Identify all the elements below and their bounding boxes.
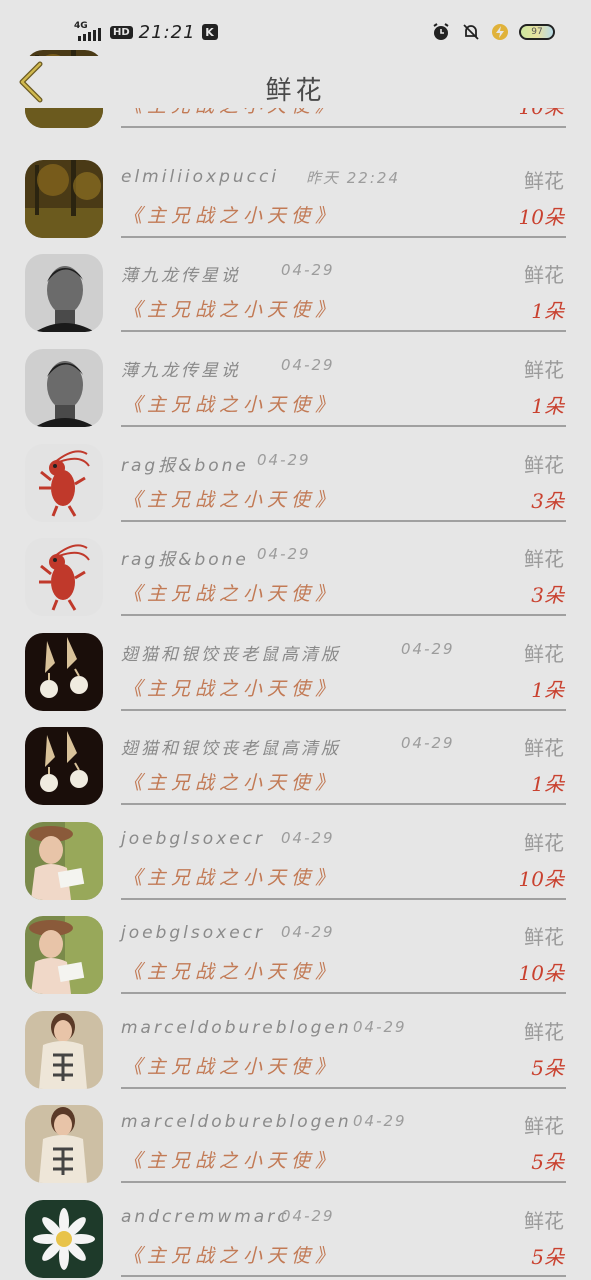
flower-count: 10朵 <box>518 205 564 229</box>
username: 薄九龙传星说 <box>121 266 241 286</box>
list-item[interactable]: 翅猫和银饺丧老鼠高清版 04-29 鲜花 《主兄战之小天使》 1朵 <box>0 710 591 805</box>
avatar[interactable] <box>25 254 103 332</box>
book-title: 《主兄战之小天使》 <box>123 678 340 700</box>
list-item[interactable]: 薄九龙传星说 04-29 鲜花 《主兄战之小天使》 1朵 <box>0 332 591 427</box>
flower-count: 1朵 <box>531 394 564 418</box>
avatar[interactable] <box>25 822 103 900</box>
avatar[interactable] <box>25 727 103 805</box>
timestamp: 昨天 22:24 <box>306 169 400 187</box>
username: 翅猫和银饺丧老鼠高清版 <box>121 739 341 759</box>
timestamp: 04-29 <box>281 829 335 847</box>
timestamp: 04-29 <box>401 640 455 658</box>
username: rag报&bone <box>121 550 249 570</box>
list-item[interactable]: 薄九龙传星说 04-29 鲜花 《主兄战之小天使》 1朵 <box>0 237 591 332</box>
gift-type: 鲜花 <box>524 1209 564 1233</box>
username: rag报&bone <box>121 456 249 476</box>
timestamp: 04-29 <box>281 1207 335 1225</box>
avatar[interactable] <box>25 538 103 616</box>
timestamp: 04-29 <box>257 545 311 563</box>
list-item[interactable]: andcremwmarc 04-29 鲜花 《主兄战之小天使》 5朵 <box>0 1183 591 1278</box>
page-title: 鲜花 <box>265 76 326 106</box>
username: 薄九龙传星说 <box>121 361 241 381</box>
gift-type: 鲜花 <box>524 547 564 571</box>
timestamp: 04-29 <box>401 734 455 752</box>
username: marceldobureblogen <box>121 1112 352 1132</box>
book-title: 《主兄战之小天使》 <box>123 583 340 605</box>
flower-count: 1朵 <box>531 678 564 702</box>
flower-count: 5朵 <box>531 1245 564 1269</box>
gift-type: 鲜花 <box>524 263 564 287</box>
gift-type: 鲜花 <box>524 925 564 949</box>
divider <box>121 1275 566 1277</box>
timestamp: 04-29 <box>353 1112 407 1130</box>
list-item[interactable]: elmiliioxpucci 昨天 22:24 鲜花 《主兄战之小天使》 10朵 <box>0 143 591 238</box>
gift-type: 鲜花 <box>524 736 564 760</box>
list-item[interactable]: joebglsoxecr 04-29 鲜花 《主兄战之小天使》 10朵 <box>0 899 591 994</box>
book-title: 《主兄战之小天使》 <box>123 961 340 983</box>
list-item[interactable]: rag报&bone 04-29 鲜花 《主兄战之小天使》 3朵 <box>0 427 591 522</box>
book-title: 《主兄战之小天使》 <box>123 1245 340 1267</box>
timestamp: 04-29 <box>281 261 335 279</box>
gift-type: 鲜花 <box>524 169 564 193</box>
avatar[interactable] <box>25 1105 103 1183</box>
flower-count: 3朵 <box>531 489 564 513</box>
flower-count: 1朵 <box>531 772 564 796</box>
gift-type: 鲜花 <box>524 358 564 382</box>
flower-count: 10朵 <box>518 961 564 985</box>
book-title: 《主兄战之小天使》 <box>123 489 340 511</box>
avatar[interactable] <box>25 160 103 238</box>
book-title: 《主兄战之小天使》 <box>123 1056 340 1078</box>
username: marceldobureblogen <box>121 1018 352 1038</box>
avatar[interactable] <box>25 349 103 427</box>
book-title: 《主兄战之小天使》 <box>123 867 340 889</box>
avatar[interactable] <box>25 1011 103 1089</box>
book-title: 《主兄战之小天使》 <box>123 1150 340 1172</box>
timestamp: 04-29 <box>257 451 311 469</box>
book-title: 《主兄战之小天使》 <box>123 205 340 227</box>
flower-count: 5朵 <box>531 1150 564 1174</box>
flower-count: 1朵 <box>531 299 564 323</box>
gift-type: 鲜花 <box>524 453 564 477</box>
gift-type: 鲜花 <box>524 831 564 855</box>
book-title: 《主兄战之小天使》 <box>123 772 340 794</box>
username: andcremwmarc <box>121 1207 290 1227</box>
avatar[interactable] <box>25 444 103 522</box>
book-title: 《主兄战之小天使》 <box>123 394 340 416</box>
gift-type: 鲜花 <box>524 1020 564 1044</box>
list-item[interactable]: rag报&bone 04-29 鲜花 《主兄战之小天使》 3朵 <box>0 521 591 616</box>
list-item[interactable]: marceldobureblogen 04-29 鲜花 《主兄战之小天使》 5朵 <box>0 994 591 1089</box>
book-title: 《主兄战之小天使》 <box>123 299 340 321</box>
username: elmiliioxpucci <box>121 167 280 187</box>
avatar[interactable] <box>25 1200 103 1278</box>
divider <box>121 126 566 128</box>
gift-type: 鲜花 <box>524 642 564 666</box>
flower-count: 3朵 <box>531 583 564 607</box>
gift-type: 鲜花 <box>524 1114 564 1138</box>
header: 鲜花 <box>0 56 591 108</box>
flower-gift-list: 《主兄战之小天使》 10朵 elmiliioxpucci 昨天 22:24 鲜花… <box>0 0 591 1280</box>
username: 翅猫和银饺丧老鼠高清版 <box>121 645 341 665</box>
username: joebglsoxecr <box>121 923 266 943</box>
flower-count: 5朵 <box>531 1056 564 1080</box>
avatar[interactable] <box>25 916 103 994</box>
avatar[interactable] <box>25 633 103 711</box>
flower-count: 10朵 <box>518 867 564 891</box>
list-item[interactable]: 翅猫和银饺丧老鼠高清版 04-29 鲜花 《主兄战之小天使》 1朵 <box>0 616 591 711</box>
timestamp: 04-29 <box>353 1018 407 1036</box>
list-item[interactable]: joebglsoxecr 04-29 鲜花 《主兄战之小天使》 10朵 <box>0 805 591 900</box>
list-item[interactable]: marceldobureblogen 04-29 鲜花 《主兄战之小天使》 5朵 <box>0 1088 591 1183</box>
timestamp: 04-29 <box>281 356 335 374</box>
timestamp: 04-29 <box>281 923 335 941</box>
username: joebglsoxecr <box>121 829 266 849</box>
